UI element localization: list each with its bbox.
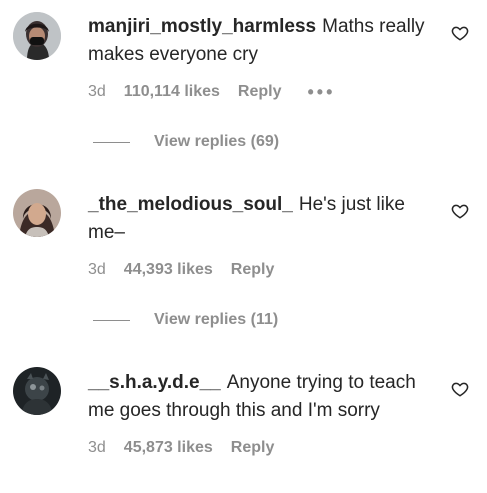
replies-divider-line xyxy=(93,141,130,143)
comment-body: _the_melodious_soul_ He's just like me– 3… xyxy=(88,191,433,282)
comment-text-block: __s.h.a.y.d.e__ Anyone trying to teach me… xyxy=(88,369,433,425)
heart-outline-icon[interactable] xyxy=(451,24,469,42)
comment-likes[interactable]: 44,393 likes xyxy=(124,261,213,279)
comment-text-block: manjiri_mostly_harmless Maths really make… xyxy=(88,13,433,69)
comments-list: manjiri_mostly_harmless Maths really make… xyxy=(0,0,487,493)
comment-meta: 3d 45,873 likes Reply xyxy=(88,436,433,460)
comment-text-block: _the_melodious_soul_ He's just like me– xyxy=(88,191,433,247)
comment-username[interactable]: manjiri_mostly_harmless xyxy=(88,16,316,37)
comment-meta: 3d 44,393 likes Reply xyxy=(88,258,433,282)
avatar[interactable] xyxy=(13,367,61,415)
view-replies-label: View replies (11) xyxy=(154,311,279,328)
comment-username[interactable]: __s.h.a.y.d.e__ xyxy=(88,372,221,393)
view-replies-button[interactable]: View replies (11) xyxy=(93,311,278,329)
replies-divider-line xyxy=(93,319,130,321)
heart-outline-icon[interactable] xyxy=(451,380,469,398)
comment-body: __s.h.a.y.d.e__ Anyone trying to teach me… xyxy=(88,369,433,460)
comment-username[interactable]: _the_melodious_soul_ xyxy=(88,194,293,215)
comment-body: manjiri_mostly_harmless Maths really make… xyxy=(88,13,433,104)
reply-button[interactable]: Reply xyxy=(238,83,282,101)
comment-age[interactable]: 3d xyxy=(88,439,106,457)
avatar[interactable] xyxy=(13,189,61,237)
comment-likes[interactable]: 110,114 likes xyxy=(124,83,220,101)
comment-meta: 3d 110,114 likes Reply ••• xyxy=(88,80,433,104)
more-options-icon[interactable]: ••• xyxy=(307,83,335,101)
reply-button[interactable]: Reply xyxy=(231,439,275,457)
comment-likes[interactable]: 45,873 likes xyxy=(124,439,213,457)
view-replies-label: View replies (69) xyxy=(154,133,280,150)
comment-age[interactable]: 3d xyxy=(88,83,106,101)
comment-age[interactable]: 3d xyxy=(88,261,106,279)
view-replies-button[interactable]: View replies (69) xyxy=(93,133,279,151)
avatar[interactable] xyxy=(13,12,61,60)
heart-outline-icon[interactable] xyxy=(451,202,469,220)
reply-button[interactable]: Reply xyxy=(231,261,275,279)
